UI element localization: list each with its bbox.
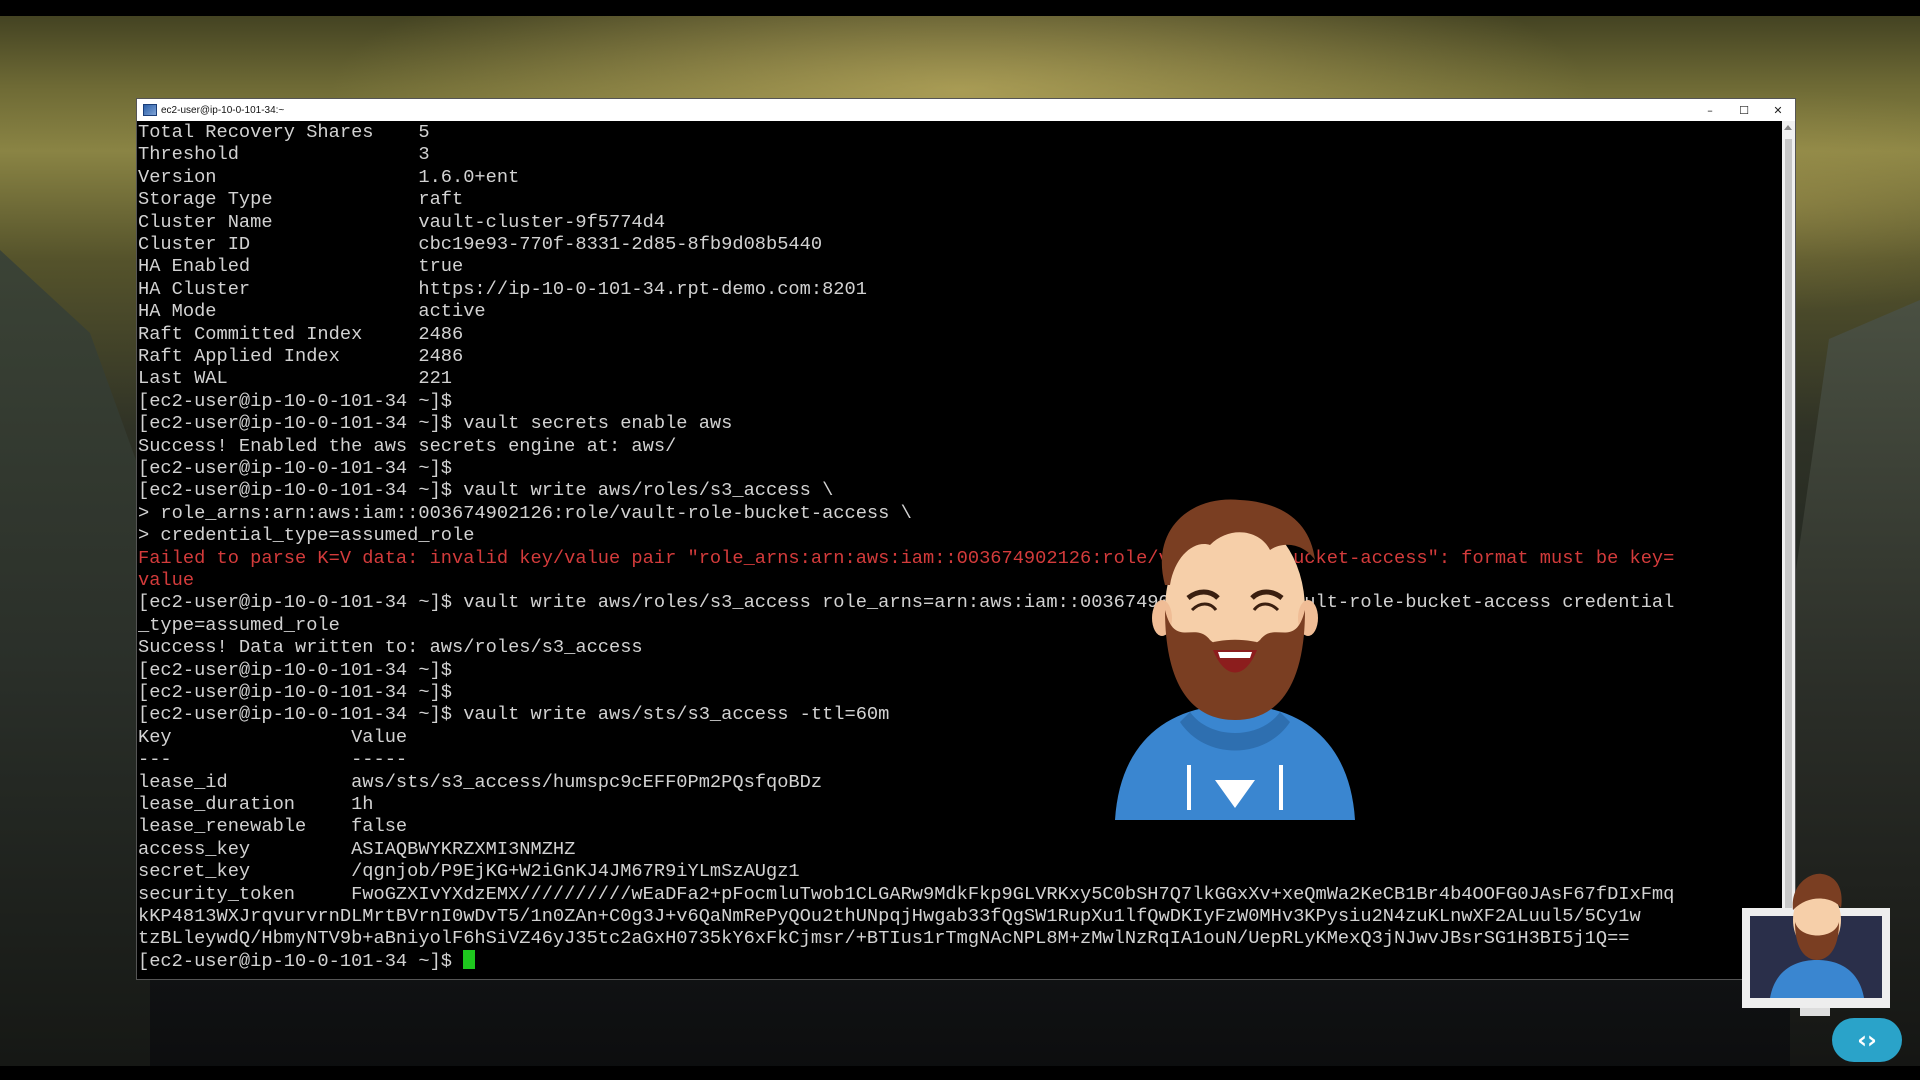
terminal-line: HA Enabled true [138,255,464,278]
minimize-button[interactable]: – [1693,99,1727,121]
terminal-line: Success! Data written to: aws/roles/s3_a… [138,636,643,659]
terminal-line: Raft Committed Index 2486 [138,322,464,345]
terminal-line: tzBLleywdQ/HbmyNTV9b+aBniyolF6hSiVZ46yJ3… [138,927,1630,950]
terminal-line: Raft Applied Index 2486 [138,345,464,367]
terminal-line: Cluster ID cbc19e93-770f-8331-2d85-8fb9d… [138,233,823,255]
letterbox-top [0,0,1920,16]
presenter-avatar [1115,499,1355,820]
terminal-prompt: [ec2-user@ip-10-0-101-34 ~]$ [138,949,464,972]
vertical-scrollbar[interactable] [1782,121,1795,979]
terminal-prompt-line[interactable]: [ec2-user@ip-10-0-101-34 ~]$ [138,949,476,972]
terminal-line: > role_arns:arn:aws:iam::003674902126:ro… [138,501,912,524]
terminal-line: Last WAL 221 [138,367,453,390]
terminal-line: [ec2-user@ip-10-0-101-34 ~]$ vault write… [138,479,834,502]
terminal-line: Failed to parse K=V data: invalid key/va… [138,546,1675,569]
terminal-line: value [138,569,195,591]
window-controls: – ☐ ✕ [1693,99,1795,121]
code-brackets-icon: ‹› [1832,1018,1902,1062]
close-button[interactable]: ✕ [1761,99,1795,121]
window-title: ec2-user@ip-10-0-101-34:~ [161,104,285,116]
terminal-line: Cluster Name vault-cluster-9f5774d4 [138,210,666,233]
terminal-line: Storage Type raft [138,188,464,211]
terminal-line: lease_id aws/sts/s3_access/humspc9cEFF0P… [138,770,823,793]
mountain-left [0,250,150,1080]
terminal-line: security_token FwoGZXIvYXdzEMX//////////… [138,882,1675,905]
terminal-line: secret_key /qgnjob/P9EjKG+W2iGnKJ4JM67R9… [138,860,800,883]
terminal-line: > credential_type=assumed_role [138,524,475,547]
terminal-line: lease_renewable false [138,815,408,838]
maximize-button[interactable]: ☐ [1727,99,1761,121]
terminal-line: HA Mode active [138,300,486,323]
terminal-line: [ec2-user@ip-10-0-101-34 ~]$ [138,457,453,479]
terminal-line: [ec2-user@ip-10-0-101-34 ~]$ vault write… [138,591,1675,614]
terminal-line: [ec2-user@ip-10-0-101-34 ~]$ vault write… [138,703,890,726]
scroll-up-arrow-icon[interactable] [1784,125,1792,130]
terminal-line: Success! Enabled the aws secrets engine … [138,434,677,457]
scroll-thumb[interactable] [1785,139,1792,961]
terminal-line: _type=assumed_role [138,613,340,636]
terminal-line: kKP4813WXJrqvurvrnDLMrtBVrnI0wDvT5/1n0ZA… [138,905,1641,927]
terminal-line: Version 1.6.0+ent [138,165,520,188]
presenter-thumbnail [1742,873,1890,1016]
terminal-line: access_key ASIAQBWYKRZXMI3NMZHZ [138,837,576,860]
terminal-line: Total Recovery Shares 5 [138,121,430,143]
letterbox-bottom [0,1066,1920,1080]
terminal-line: HA Cluster https://ip-10-0-101-34.rpt-de… [138,277,867,300]
terminal-cursor [463,949,476,969]
terminal-line: Threshold 3 [138,143,430,166]
terminal-window: ec2-user@ip-10-0-101-34:~ – ☐ ✕ Total Re… [137,99,1795,979]
terminal-output[interactable]: Total Recovery Shares 5 Threshold 3 Versio… [138,121,1782,979]
window-titlebar[interactable]: ec2-user@ip-10-0-101-34:~ – ☐ ✕ [137,99,1795,121]
desktop-background: ec2-user@ip-10-0-101-34:~ – ☐ ✕ Total Re… [0,0,1920,1080]
terminal-line: [ec2-user@ip-10-0-101-34 ~]$ [138,681,453,703]
terminal-line: [ec2-user@ip-10-0-101-34 ~]$ [138,389,453,412]
terminal-line: --- ----- [138,748,408,771]
terminal-line: [ec2-user@ip-10-0-101-34 ~]$ [138,658,453,681]
terminal-line: [ec2-user@ip-10-0-101-34 ~]$ vault secre… [138,412,733,435]
terminal-line: Key Value [138,725,408,748]
putty-icon [143,104,157,116]
terminal-line: lease_duration 1h [138,793,374,815]
